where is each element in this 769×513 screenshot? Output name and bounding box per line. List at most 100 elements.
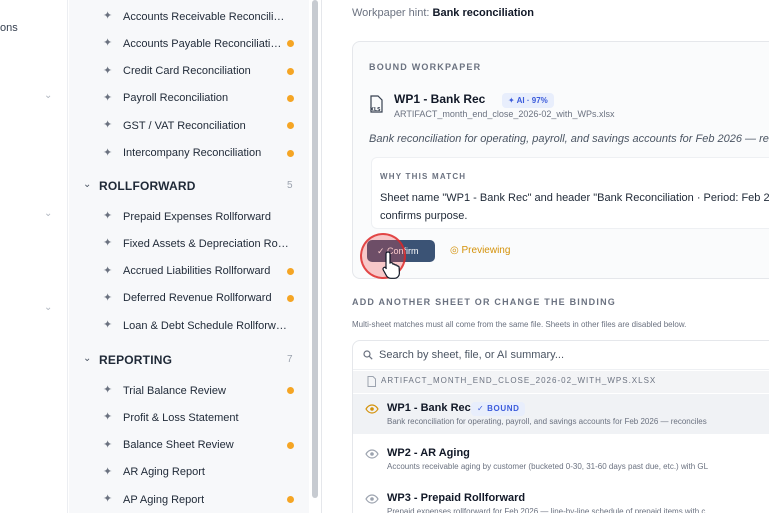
tree-item[interactable]: ✦ Payroll Reconciliation: [69, 85, 309, 112]
sheet-list: Search by sheet, file, or AI summary... …: [352, 340, 769, 513]
tree-item[interactable]: ✦ Profit & Loss Statement: [69, 404, 309, 431]
sheet-description: Accounts receivable aging by customer (b…: [387, 462, 709, 471]
eye-icon: ◎: [450, 245, 459, 256]
rail-nav-label[interactable]: ons: [0, 22, 18, 34]
tree-item[interactable]: ✦ Balance Sheet Review: [69, 432, 309, 459]
tree-item-label: Accounts Receivable Reconcilia…: [123, 10, 289, 23]
chevron-down-icon[interactable]: ⌄: [44, 90, 54, 101]
tree-item[interactable]: ✦ AR Aging Report: [69, 459, 309, 486]
chevron-down-icon[interactable]: ⌄: [44, 302, 54, 313]
tree-scrollbar-thumb[interactable]: [312, 0, 318, 498]
tree-item[interactable]: ✦ Intercompany Reconciliation: [69, 140, 309, 167]
tree-item[interactable]: ✦ Credit Card Reconciliation: [69, 58, 309, 85]
section-count: 7: [287, 354, 293, 365]
sheet-row[interactable]: WP3 - Prepaid Rollforward Prepaid expense…: [353, 484, 769, 513]
tree-item-label: Payroll Reconciliation: [123, 92, 229, 105]
tree-item[interactable]: ✦ Deferred Revenue Rollforward: [69, 285, 309, 312]
tree-item-label: Intercompany Reconciliation: [123, 147, 262, 159]
tree-item[interactable]: ✦ Trial Balance Review: [69, 377, 309, 404]
section-title: REPORTING: [99, 353, 173, 367]
sparkle-icon: ✦: [103, 37, 113, 50]
workpaper-title: WP1 - Bank Rec: [394, 92, 486, 106]
sheet-search[interactable]: Search by sheet, file, or AI summary...: [353, 341, 769, 370]
eye-icon[interactable]: [365, 449, 379, 459]
sparkle-icon: ✦: [103, 319, 113, 332]
sparkle-icon: ✦: [103, 210, 113, 222]
sheet-title: WP2 - AR Aging: [387, 447, 470, 459]
sheet-title: WP3 - Prepaid Rollforward: [387, 492, 526, 504]
bound-badge-text: BOUND: [487, 404, 520, 413]
warning-dot-icon: [287, 149, 294, 157]
sheet-row[interactable]: WP2 - AR Aging Accounts receivable aging …: [353, 439, 769, 479]
warning-dot-icon: [287, 40, 294, 48]
binding-panel: Workpaper hint: Bank reconciliation BOUN…: [322, 0, 769, 513]
bound-badge: ✓ BOUND: [471, 402, 526, 416]
tree-item-label: Prepaid Expenses Rollforward: [123, 210, 271, 223]
tree-item[interactable]: ✦ Fixed Assets & Depreciation Rol…: [69, 230, 309, 257]
sparkle-icon: ✦: [103, 10, 113, 22]
ai-confidence-badge: ✦ AI · 97%: [502, 93, 554, 108]
chevron-down-icon: ⌄: [83, 179, 92, 190]
spreadsheet-icon: XLS: [370, 95, 383, 113]
tree-item[interactable]: ✦ AP Aging Report: [69, 486, 309, 513]
sheet-row[interactable]: WP1 - Bank Rec ✓ BOUND Bank reconciliation…: [353, 394, 769, 434]
match-reason-text: Sheet name "WP1 - Bank Rec" and header "…: [380, 192, 769, 222]
tree-item-label: Fixed Assets & Depreciation Rol…: [123, 237, 289, 250]
sparkle-icon: ✦: [103, 291, 113, 304]
sparkle-icon: ✦: [103, 237, 113, 250]
eye-icon[interactable]: [365, 494, 379, 504]
search-icon: [363, 350, 373, 360]
tree-item-label: Deferred Revenue Rollforward: [123, 292, 272, 305]
tree-item-label: AP Aging Report: [123, 493, 205, 506]
warning-dot-icon: [287, 387, 294, 394]
sheet-title: WP1 - Bank Rec: [387, 402, 471, 414]
tree-item-label: Accrued Liabilities Rollforward: [123, 265, 271, 278]
sparkle-icon: ✦: [103, 119, 113, 132]
tree-item-label: Balance Sheet Review: [123, 439, 234, 452]
bound-workpaper-caption: BOUND WORKPAPER: [369, 62, 482, 72]
hint-label: Workpaper hint:: [352, 7, 430, 19]
warning-dot-icon: [287, 294, 294, 302]
svg-text:XLS: XLS: [370, 107, 381, 113]
ai-confidence-text: AI · 97%: [516, 96, 548, 105]
warning-dot-icon: [287, 496, 294, 504]
hand-cursor-icon: [382, 251, 401, 279]
add-sheet-subtitle: Multi-sheet matches must all come from t…: [352, 320, 687, 329]
sparkle-icon: ✦: [103, 438, 113, 451]
match-caption: WHY THIS MATCH: [380, 172, 467, 181]
section-count: 5: [287, 180, 293, 191]
tree-item[interactable]: ✦ Prepaid Expenses Rollforward: [69, 203, 309, 230]
section-rollforward[interactable]: ⌄ ROLLFORWARD 5: [69, 175, 309, 197]
tree-item[interactable]: ✦ Accounts Payable Reconciliati…: [69, 30, 309, 57]
previewing-indicator: ◎ Previewing: [450, 245, 510, 256]
tree-item[interactable]: ✦ Accounts Receivable Reconcilia…: [69, 3, 309, 30]
warning-dot-icon: [287, 267, 294, 275]
sparkle-icon: ✦: [103, 384, 113, 396]
left-rail: ons ⌄ ⌄ ⌄: [0, 0, 68, 513]
match-reason-box: WHY THIS MATCH Sheet name "WP1 - Bank Re…: [371, 157, 769, 229]
tree-item[interactable]: ✦ GST / VAT Reconciliation: [69, 112, 309, 139]
warning-dot-icon: [287, 122, 294, 130]
previewing-label: Previewing: [461, 245, 511, 256]
sparkle-icon: ✦: [103, 64, 113, 77]
tree-item-label: Credit Card Reconciliation: [123, 65, 251, 78]
tree-item[interactable]: ✦ Loan & Debt Schedule Rollforw…: [69, 312, 309, 339]
file-icon: [367, 376, 376, 387]
tree-item-label: AR Aging Report: [123, 466, 205, 479]
add-sheet-caption: ADD ANOTHER SHEET OR CHANGE THE BINDING: [352, 297, 616, 307]
eye-icon[interactable]: [365, 404, 379, 414]
sparkle-icon: ✦: [103, 91, 113, 104]
chevron-down-icon[interactable]: ⌄: [44, 208, 54, 219]
tree-item-label: GST / VAT Reconciliation: [123, 119, 246, 132]
search-input[interactable]: Search by sheet, file, or AI summary...: [379, 349, 564, 361]
warning-dot-icon: [287, 94, 294, 102]
file-group-name: ARTIFACT_MONTH_END_CLOSE_2026-02_WITH_WP…: [381, 376, 657, 385]
tree-item[interactable]: ✦ Accrued Liabilities Rollforward: [69, 258, 309, 285]
warning-dot-icon: [287, 441, 294, 449]
section-reporting[interactable]: ⌄ REPORTING 7: [69, 349, 309, 371]
workpaper-file-name: ARTIFACT_month_end_close_2026-02_with_WP…: [394, 109, 615, 119]
chevron-down-icon: ⌄: [83, 353, 92, 364]
sheet-description: Bank reconciliation for operating, payro…: [387, 417, 707, 426]
sparkle-icon: ✦: [103, 146, 113, 159]
tree-item-label: Loan & Debt Schedule Rollforw…: [123, 319, 287, 332]
